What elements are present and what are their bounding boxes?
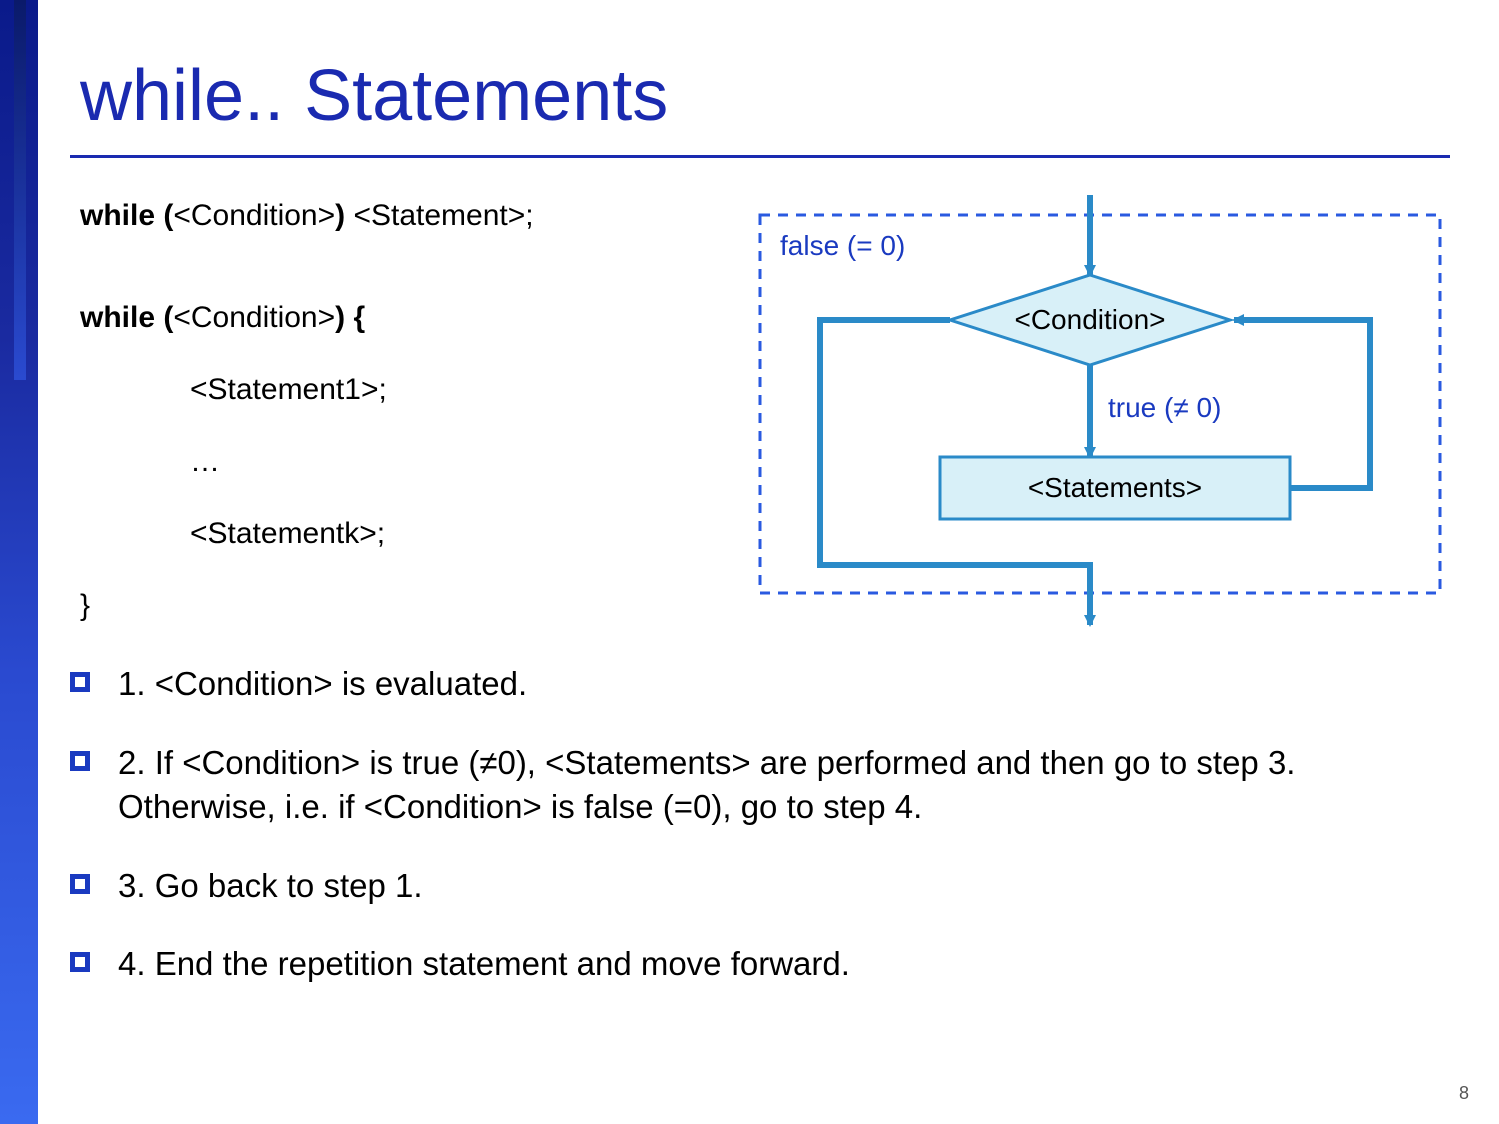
bullet-text: 2. If <Condition> is true (≠0), <Stateme… [118, 744, 1295, 826]
slide: while.. Statements while (<Condition>) <… [0, 0, 1499, 1124]
bullet-4: 4. End the repetition statement and move… [70, 942, 1440, 987]
keyword-while: while ( [80, 301, 173, 334]
left-accent-stripe-inner [14, 0, 26, 380]
bullet-text: 3. Go back to step 1. [118, 867, 423, 904]
statements-label: <Statements> [1028, 472, 1202, 503]
condition-label: <Condition> [1014, 304, 1165, 335]
code-line-2: while (<Condition>) { [80, 297, 730, 339]
keyword-paren: ) [335, 199, 353, 232]
flowchart-diagram: <Condition> false (= 0) true (≠ 0) <Stat… [750, 195, 1450, 633]
code-line-1: while (<Condition>) <Statement>; [80, 195, 730, 237]
code-block: while (<Condition>) <Statement>; while (… [80, 195, 730, 657]
keyword-brace: ) { [335, 301, 365, 334]
bullet-marker-icon [70, 751, 90, 771]
keyword-while: while ( [80, 199, 173, 232]
bullet-text: 4. End the repetition statement and move… [118, 945, 850, 982]
bullet-3: 3. Go back to step 1. [70, 864, 1440, 909]
bullet-2: 2. If <Condition> is true (≠0), <Stateme… [70, 741, 1440, 830]
code-line-4: … [190, 441, 730, 483]
code-condition: <Condition> [173, 199, 335, 232]
bullet-text: 1. <Condition> is evaluated. [118, 665, 527, 702]
code-line-6: } [80, 585, 730, 627]
bullet-marker-icon [70, 672, 90, 692]
bullet-list: 1. <Condition> is evaluated. 2. If <Cond… [70, 662, 1440, 1021]
slide-title: while.. Statements [80, 55, 668, 137]
true-label: true (≠ 0) [1108, 392, 1221, 423]
code-condition: <Condition> [173, 301, 335, 334]
loop-body-box [760, 215, 1440, 593]
title-underline [70, 155, 1450, 158]
false-label: false (= 0) [780, 230, 905, 261]
bullet-marker-icon [70, 874, 90, 894]
code-line-5: <Statementk>; [190, 513, 730, 555]
bullet-marker-icon [70, 952, 90, 972]
code-statement: <Statement>; [353, 199, 533, 232]
code-line-3: <Statement1>; [190, 369, 730, 411]
page-number: 8 [1459, 1083, 1469, 1104]
bullet-1: 1. <Condition> is evaluated. [70, 662, 1440, 707]
